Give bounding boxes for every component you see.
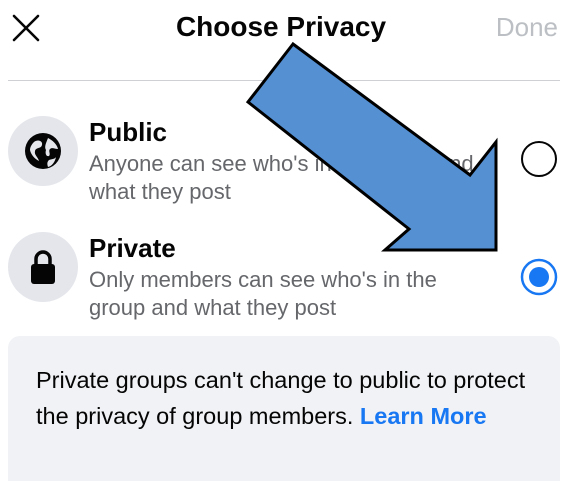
- radio-public[interactable]: [520, 140, 558, 178]
- option-title: Private: [89, 233, 176, 263]
- private-icon-circle: [8, 232, 78, 302]
- option-title: Public: [89, 117, 168, 147]
- option-description: Only members can see who's in the group …: [89, 267, 437, 320]
- radio-unchecked-icon: [521, 141, 557, 177]
- privacy-option-private[interactable]: Private Only members can see who's in th…: [0, 228, 562, 324]
- privacy-option-public[interactable]: Public Anyone can see who's in the group…: [0, 112, 562, 208]
- learn-more-link[interactable]: Learn More: [360, 403, 487, 429]
- radio-checked-icon: [520, 258, 558, 296]
- info-box: Private groups can't change to public to…: [8, 336, 560, 481]
- done-button[interactable]: Done: [496, 10, 558, 44]
- public-icon-circle: [8, 116, 78, 186]
- header: Choose Privacy Done: [0, 0, 562, 80]
- page-title: Choose Privacy: [175, 11, 387, 42]
- radio-private[interactable]: [520, 258, 558, 296]
- option-description: Anyone can see who's in the group and wh…: [89, 151, 474, 204]
- globe-icon: [25, 133, 61, 169]
- lock-icon: [31, 250, 55, 284]
- info-text: Private groups can't change to public to…: [36, 362, 546, 434]
- header-divider: [8, 80, 560, 81]
